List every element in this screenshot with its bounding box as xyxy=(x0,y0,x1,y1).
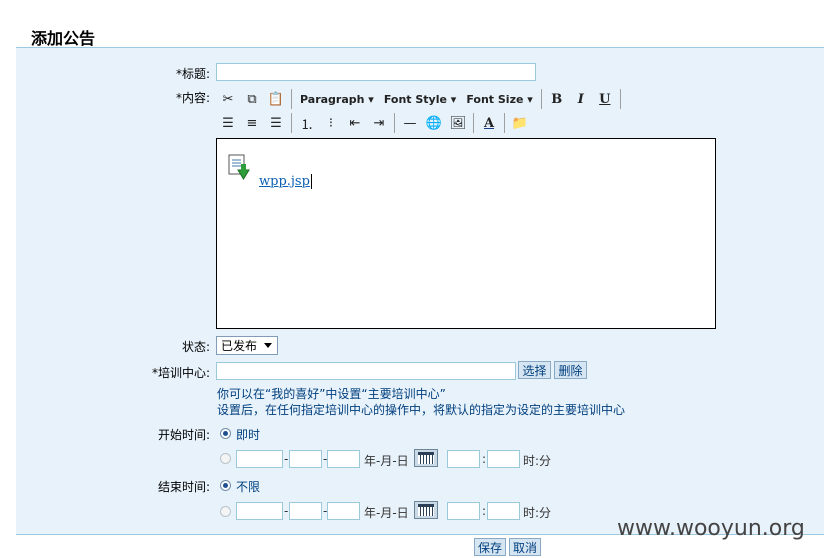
start-custom-radio[interactable] xyxy=(220,453,231,464)
link-globe-icon[interactable]: 🌐 xyxy=(422,112,446,134)
start-time-label: 开始时间: xyxy=(157,428,210,442)
training-center-input[interactable] xyxy=(216,362,516,380)
toolbar-separator xyxy=(619,89,621,109)
underline-button[interactable]: U xyxy=(593,88,617,110)
delete-button[interactable]: 删除 xyxy=(554,361,587,379)
end-day-input[interactable] xyxy=(327,502,360,520)
start-day-input[interactable] xyxy=(327,450,360,468)
content-label: *内容: xyxy=(175,91,210,105)
end-minute-input[interactable] xyxy=(487,502,520,520)
font-color-button[interactable]: A xyxy=(477,112,501,134)
bold-button[interactable]: B xyxy=(545,88,569,110)
start-year-input[interactable] xyxy=(236,450,283,468)
attachment-link[interactable]: wpp.jsp xyxy=(259,174,312,189)
unordered-list-icon[interactable]: ⁝ xyxy=(319,112,343,134)
training-center-hint-2: 设置后，在任何指定培训中心的操作中，将默认的指定为设定的主要培训中心 xyxy=(217,403,626,417)
end-time-format: 时:分 xyxy=(523,506,552,520)
indent-icon[interactable]: ⇥ xyxy=(367,112,391,134)
content-editor[interactable]: wpp.jsp xyxy=(216,138,716,329)
font-size-dropdown[interactable]: Font Size ▾ xyxy=(461,88,537,110)
end-hour-input[interactable] xyxy=(447,502,480,520)
end-custom-radio[interactable] xyxy=(220,506,231,517)
end-unlimited-label: 不限 xyxy=(236,480,261,494)
start-minute-input[interactable] xyxy=(487,450,520,468)
select-button[interactable]: 选择 xyxy=(518,361,551,379)
toolbar-separator xyxy=(504,113,505,133)
cancel-button[interactable]: 取消 xyxy=(509,538,541,556)
toolbar-separator xyxy=(394,113,395,133)
toolbar-separator xyxy=(291,113,292,133)
title-label: *标题: xyxy=(175,67,210,81)
start-date-format: 年-月-日 xyxy=(364,454,409,468)
end-time-label: 结束时间: xyxy=(157,480,210,494)
page-title: 添加公告 xyxy=(31,29,96,48)
training-center-label: *培训中心: xyxy=(151,366,210,380)
date-dash: - xyxy=(284,452,289,466)
start-now-label: 即时 xyxy=(236,428,261,442)
font-style-dropdown[interactable]: Font Style ▾ xyxy=(379,88,462,110)
copy-icon[interactable]: ⧉ xyxy=(240,88,264,110)
date-dash: - xyxy=(284,504,289,518)
start-month-input[interactable] xyxy=(289,450,322,468)
time-colon: : xyxy=(482,504,487,518)
insert-image-icon[interactable]: 🖼 xyxy=(446,112,470,134)
outdent-icon[interactable]: ⇤ xyxy=(343,112,367,134)
end-month-input[interactable] xyxy=(289,502,322,520)
editor-toolbar-row1: ✂ ⧉ 📋 Paragraph ▾ Font Style ▾ Font Size… xyxy=(216,87,624,111)
toolbar-separator xyxy=(291,89,292,109)
align-right-icon[interactable]: ☰ xyxy=(264,112,288,134)
end-unlimited-radio[interactable] xyxy=(220,480,231,491)
start-hour-input[interactable] xyxy=(447,450,480,468)
cut-icon[interactable]: ✂ xyxy=(216,88,240,110)
watermark: www.wooyun.org xyxy=(617,516,805,541)
align-center-icon[interactable]: ≡ xyxy=(240,112,264,134)
toolbar-separator xyxy=(540,89,542,109)
end-year-input[interactable] xyxy=(236,502,283,520)
paragraph-dropdown[interactable]: Paragraph ▾ xyxy=(295,88,379,110)
training-center-hint-1: 你可以在“我的喜好”中设置“主要培训中心” xyxy=(217,387,446,401)
horizontal-rule-icon[interactable]: — xyxy=(398,112,422,134)
time-colon: : xyxy=(482,452,487,466)
editor-toolbar-row2: ☰ ≡ ☰ ⒈ ⁝ ⇤ ⇥ — 🌐 🖼 A 📁 xyxy=(216,111,532,135)
folder-icon[interactable]: 📁 xyxy=(508,112,532,134)
align-left-icon[interactable]: ☰ xyxy=(216,112,240,134)
title-input[interactable] xyxy=(216,63,536,81)
end-calendar-icon[interactable] xyxy=(414,501,438,519)
start-calendar-icon[interactable] xyxy=(414,449,438,467)
file-download-icon xyxy=(228,154,250,180)
status-select-value: 已发布 xyxy=(221,339,258,353)
chevron-down-icon xyxy=(264,343,272,348)
status-select[interactable]: 已发布 xyxy=(216,336,278,355)
paste-icon[interactable]: 📋 xyxy=(264,88,288,110)
start-now-radio[interactable] xyxy=(220,428,231,439)
toolbar-separator xyxy=(473,113,474,133)
status-label: 状态: xyxy=(181,340,210,354)
save-button[interactable]: 保存 xyxy=(474,538,506,556)
start-time-format: 时:分 xyxy=(523,454,552,468)
ordered-list-icon[interactable]: ⒈ xyxy=(295,112,319,134)
end-date-format: 年-月-日 xyxy=(364,506,409,520)
italic-button[interactable]: I xyxy=(569,88,593,110)
